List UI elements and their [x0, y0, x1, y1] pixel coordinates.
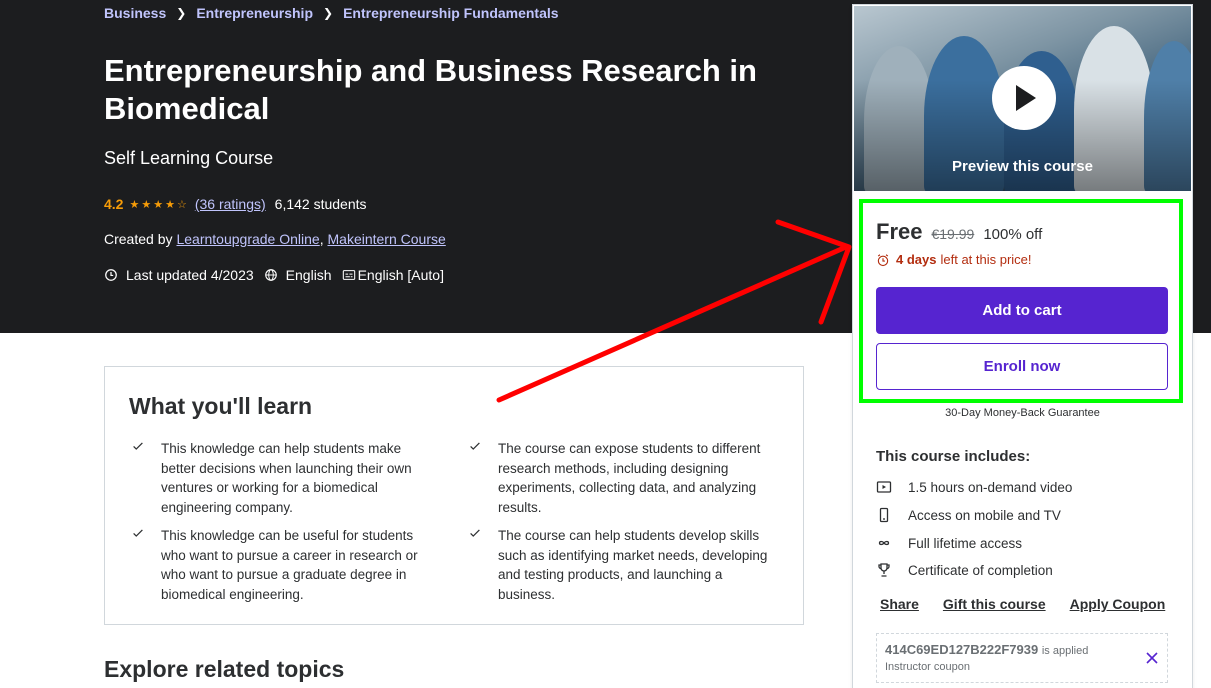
- include-label: Certificate of completion: [908, 562, 1053, 578]
- star-outline-icon: ☆: [176, 198, 189, 211]
- learn-item: This knowledge can be useful for student…: [133, 526, 436, 605]
- star-rating: ★ ★ ★ ★ ☆: [129, 198, 188, 211]
- alert-clock-icon: [105, 269, 117, 281]
- rating-count-link[interactable]: (36 ratings): [195, 196, 266, 212]
- instructor-link-makeintern[interactable]: Makeintern Course: [328, 231, 446, 247]
- play-icon: [1016, 85, 1036, 111]
- include-label: Full lifetime access: [908, 535, 1023, 551]
- check-icon: [133, 442, 143, 450]
- learn-item-text: The course can help students develop ski…: [498, 528, 768, 603]
- course-title: Entrepreneurship and Business Research i…: [104, 53, 757, 126]
- include-item-certificate: Certificate of completion: [876, 562, 1053, 578]
- check-icon: [470, 442, 480, 450]
- add-to-cart-button[interactable]: Add to cart: [876, 287, 1168, 334]
- breadcrumb-fundamentals[interactable]: Entrepreneurship Fundamentals: [343, 5, 558, 21]
- learn-title: What you'll learn: [129, 393, 313, 419]
- what-youll-learn: What you'll learn This knowledge can hel…: [104, 366, 804, 625]
- coupon-line: 414C69ED127B222F7939 is applied: [885, 642, 1088, 657]
- check-icon: [133, 529, 143, 537]
- star-icon: ★: [153, 198, 166, 211]
- original-price: €19.99: [931, 226, 975, 242]
- trophy-icon: [878, 563, 890, 577]
- learn-item: The course can help students develop ski…: [470, 526, 773, 605]
- last-updated: Last updated 4/2023: [126, 267, 254, 283]
- includes-title: This course includes:: [876, 448, 1031, 465]
- sidebar-links: Share Gift this course Apply Coupon: [880, 596, 1189, 612]
- mobile-icon: [879, 507, 889, 523]
- created-by-label: Created by: [104, 231, 173, 247]
- discount-percent: 100% off: [983, 226, 1043, 243]
- video-icon: [876, 481, 892, 493]
- student-count: 6,142 students: [274, 196, 367, 212]
- current-price: Free: [876, 219, 923, 244]
- price-timer: 4 days left at this price!: [876, 252, 1032, 267]
- course-preview[interactable]: Preview this course: [854, 6, 1191, 191]
- chevron-right-icon: ❯: [323, 6, 334, 20]
- star-icon: ★: [165, 198, 177, 211]
- course-meta: Last updated 4/2023 English English [Aut…: [104, 267, 454, 283]
- coupon-type: Instructor coupon: [885, 661, 970, 673]
- coupon-applied-text: is applied: [1041, 645, 1089, 657]
- timer-days: 4 days: [896, 252, 937, 267]
- course-language: English: [285, 267, 332, 283]
- course-captions: English [Auto]: [357, 267, 444, 283]
- applied-coupon: 414C69ED127B222F7939 is applied Instruct…: [876, 633, 1168, 683]
- gift-course-link[interactable]: Gift this course: [943, 596, 1046, 612]
- learn-item: This knowledge can help students make be…: [133, 439, 436, 518]
- instructor-separator: ,: [319, 231, 328, 247]
- enroll-now-button[interactable]: Enroll now: [876, 343, 1168, 390]
- apply-coupon-link[interactable]: Apply Coupon: [1070, 596, 1166, 612]
- breadcrumb-business[interactable]: Business: [104, 5, 166, 21]
- share-link[interactable]: Share: [880, 596, 919, 612]
- include-item-video: 1.5 hours on-demand video: [876, 479, 1072, 495]
- alarm-clock-icon: [877, 253, 889, 266]
- captions-icon: [342, 270, 355, 280]
- breadcrumb-entrepreneurship[interactable]: Entrepreneurship: [196, 5, 313, 21]
- coupon-code: 414C69ED127B222F7939: [885, 642, 1039, 657]
- include-label: 1.5 hours on-demand video: [908, 479, 1073, 495]
- play-button[interactable]: [992, 66, 1056, 130]
- star-icon: ★: [141, 198, 154, 211]
- check-icon: [470, 529, 480, 537]
- close-icon[interactable]: [1145, 651, 1159, 665]
- learn-item-text: This knowledge can help students make be…: [161, 441, 412, 516]
- star-icon: ★: [129, 198, 142, 211]
- breadcrumb: Business ❯ Entrepreneurship ❯ Entreprene…: [104, 5, 559, 21]
- include-item-mobile: Access on mobile and TV: [876, 507, 1061, 523]
- rating-value: 4.2: [104, 196, 124, 212]
- created-by: Created by Learntoupgrade Online, Makein…: [104, 231, 446, 247]
- include-label: Access on mobile and TV: [908, 507, 1061, 523]
- timer-text: left at this price!: [940, 252, 1032, 267]
- rating-row: 4.2 ★ ★ ★ ★ ☆ (36 ratings) 6,142 student…: [104, 196, 367, 212]
- learn-item-text: This knowledge can be useful for student…: [161, 528, 418, 603]
- course-subtitle: Self Learning Course: [104, 148, 274, 168]
- related-topics-title: Explore related topics: [104, 656, 345, 682]
- chevron-right-icon: ❯: [176, 6, 187, 20]
- preview-label: Preview this course: [952, 158, 1093, 175]
- learn-item-text: The course can expose students to differ…: [498, 441, 761, 516]
- learn-item: The course can expose students to differ…: [470, 439, 773, 518]
- price-row: Free €19.99 100% off: [876, 219, 1042, 245]
- globe-icon: [264, 269, 277, 281]
- instructor-link-learntoupgrade[interactable]: Learntoupgrade Online: [176, 231, 319, 247]
- infinity-icon: [878, 540, 890, 546]
- include-item-lifetime: Full lifetime access: [876, 535, 1022, 551]
- money-back-guarantee: 30-Day Money-Back Guarantee: [945, 407, 1100, 419]
